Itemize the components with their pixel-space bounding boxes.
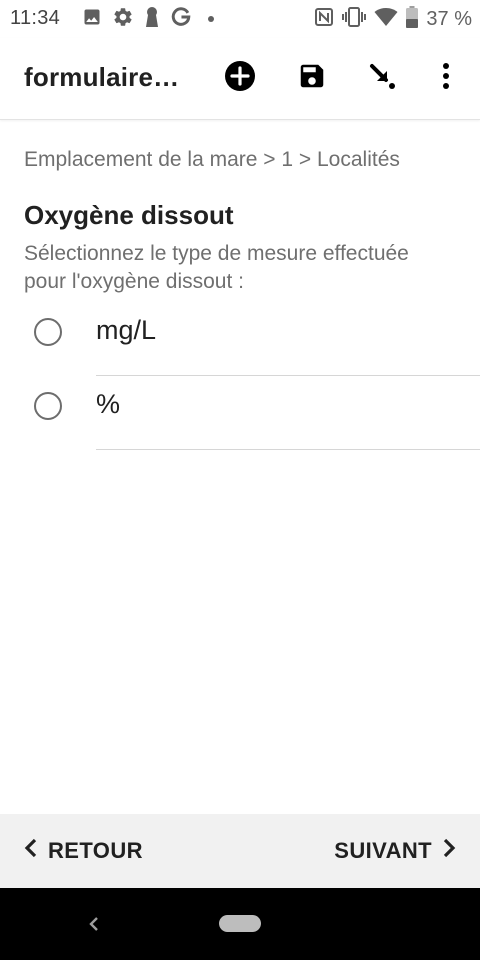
chevron-right-icon [442,838,456,864]
option-percent[interactable]: % [0,378,480,450]
add-circle-icon [224,60,256,97]
system-back-icon[interactable] [84,912,104,936]
option-label: % [96,389,121,419]
image-icon [82,7,102,32]
option-divider [96,449,480,450]
vibrate-icon [342,6,367,32]
radio-button[interactable] [34,392,62,420]
keyhole-icon [144,6,160,33]
question-title: Oxygène dissout [24,200,234,230]
settings-icon [112,6,134,33]
more-vert-icon [442,62,450,94]
option-label: mg/L [96,315,157,345]
save-button[interactable] [292,58,332,98]
next-button[interactable]: SUIVANT [334,814,456,888]
save-icon [297,61,327,96]
next-label: SUIVANT [334,838,432,863]
question-hint: Sélectionnez le type de mesure effectuée… [24,242,409,293]
radio-button[interactable] [34,318,62,346]
status-right-icons: 37 % [314,5,472,33]
option-divider [96,375,480,376]
status-left-icons [82,6,214,33]
add-button[interactable] [220,58,260,98]
more-options-button[interactable] [426,58,466,98]
go-to-icon [367,61,397,96]
back-button[interactable]: RETOUR [24,814,143,888]
wifi-icon [374,7,398,32]
back-label: RETOUR [48,838,143,863]
option-mg-l[interactable]: mg/L [0,304,480,376]
system-navigation-bar [0,888,480,960]
home-pill[interactable] [219,915,261,932]
battery-percent: 37 % [426,7,472,30]
status-time: 11:34 [10,7,61,29]
go-to-button[interactable] [362,58,402,98]
notification-dot [208,16,214,22]
status-bar: 11:34 37 % [0,0,480,38]
google-icon [170,6,192,33]
battery-icon [406,5,419,33]
nfc-icon [314,7,334,32]
app-title: formulaire… [24,62,180,92]
breadcrumb: Emplacement de la mare > 1 > Localités [24,148,400,171]
bottom-navigation: RETOUR SUIVANT [0,814,480,888]
chevron-left-icon [24,838,38,864]
app-bar: formulaire… [0,38,480,120]
